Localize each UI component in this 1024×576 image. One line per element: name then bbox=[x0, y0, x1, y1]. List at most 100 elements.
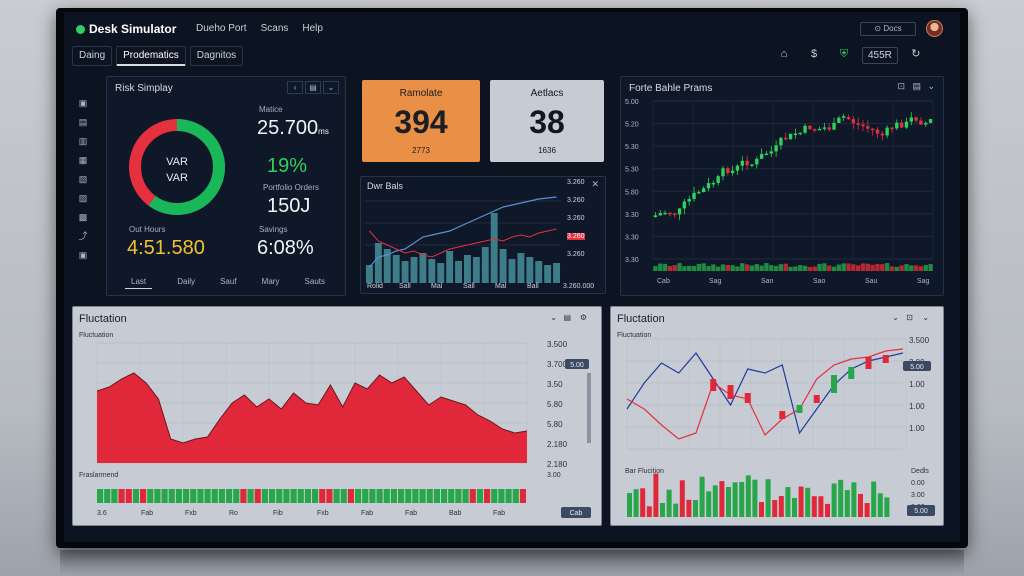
bell-icon[interactable]: ▥ bbox=[78, 136, 88, 146]
combo-bottom-value: 3.260.000 bbox=[563, 283, 595, 290]
heat-strip-cell bbox=[312, 489, 319, 503]
kpi-card-aetlacs[interactable]: Aetlacs 38 1636 bbox=[490, 80, 604, 162]
card-label: Ramolate bbox=[399, 88, 443, 99]
heat-strip-cell bbox=[125, 489, 132, 503]
fluctuation-panel: Fluctation ⌄ ▤ ⚙ Fluctuation 3.500 3.700 3.… bbox=[72, 306, 602, 526]
kpi-card-ramolate[interactable]: Ramolate 394 2773 bbox=[362, 80, 480, 162]
card-value: 394 bbox=[394, 104, 448, 140]
candle-body bbox=[865, 357, 872, 369]
footer-tab-daily[interactable]: Daily bbox=[177, 277, 195, 289]
collapse-icon[interactable]: ⌄ bbox=[892, 313, 899, 322]
home-icon[interactable]: ▣ bbox=[78, 98, 88, 108]
volume-bar bbox=[730, 265, 735, 271]
volume-bar bbox=[744, 264, 750, 271]
heat-strip-cell bbox=[175, 489, 182, 503]
collapse-icon[interactable]: ⌄ bbox=[323, 81, 339, 94]
volume-bar bbox=[798, 265, 803, 271]
bar bbox=[739, 482, 745, 517]
bar bbox=[640, 488, 646, 517]
kpi-value-hours: 4:51.580 bbox=[127, 237, 205, 259]
y-tick-label: 3.700 bbox=[547, 360, 568, 369]
x-tick-label: Fab bbox=[405, 510, 417, 517]
heat-strip-cell bbox=[405, 489, 412, 503]
home-icon[interactable]: ⌂ bbox=[772, 46, 796, 64]
candle-body bbox=[710, 379, 717, 391]
calendar-icon[interactable]: ▣ bbox=[78, 250, 88, 260]
toolbar: ⌂ $ ⛨ 455R ↻ bbox=[772, 46, 928, 64]
strip-value: 3.00 bbox=[547, 472, 561, 479]
save-icon[interactable]: ▤ bbox=[563, 313, 571, 322]
tab-prodematics[interactable]: Prodematics bbox=[116, 46, 186, 66]
heat-strip-cell bbox=[476, 489, 483, 503]
panel-controls: ‹ ▤ ⌄ bbox=[287, 81, 339, 94]
volume-bar bbox=[928, 264, 933, 271]
candle-body bbox=[861, 124, 865, 127]
candle-body bbox=[885, 127, 889, 136]
bottom-button-label: 5.00 bbox=[914, 508, 928, 515]
y-tick-label: 3.30 bbox=[625, 257, 639, 264]
share-icon[interactable]: ⤴ bbox=[78, 231, 88, 241]
candle-body bbox=[735, 165, 740, 171]
candle-body bbox=[727, 385, 734, 399]
combo-bar bbox=[526, 257, 534, 283]
bar bbox=[699, 476, 705, 517]
more-icon[interactable]: ⌄ bbox=[922, 313, 929, 322]
y-tick-label: 5.30 bbox=[625, 167, 639, 174]
lock-icon[interactable]: ⊡ bbox=[906, 313, 913, 322]
bar bbox=[666, 489, 672, 517]
bar bbox=[785, 487, 791, 517]
candle-body bbox=[750, 164, 754, 166]
bar bbox=[633, 489, 639, 517]
heat-strip-cell bbox=[469, 489, 476, 503]
nav-item-help[interactable]: Help bbox=[302, 23, 323, 34]
heat-strip-cell bbox=[519, 489, 526, 503]
footer-tab-sauf[interactable]: Sauf bbox=[220, 277, 236, 289]
y-tick-label: 3.500 bbox=[909, 336, 930, 345]
footer-tab-sauts[interactable]: Sauts bbox=[305, 277, 325, 289]
nav-item-scans[interactable]: Scans bbox=[261, 23, 289, 34]
docs-button[interactable]: ⊙ Docs bbox=[860, 22, 916, 36]
combo-x-label: Mal bbox=[495, 283, 507, 290]
y-tick-label: 3.30 bbox=[625, 234, 639, 241]
volume-bar bbox=[889, 266, 895, 271]
info-icon[interactable]: ▤ bbox=[78, 117, 88, 127]
refresh-icon[interactable]: ↻ bbox=[904, 46, 928, 64]
grid-icon[interactable]: ▧ bbox=[78, 174, 88, 184]
heat-strip-cell bbox=[398, 489, 405, 503]
heat-strip-cell bbox=[340, 489, 347, 503]
save-icon[interactable]: ▤ bbox=[305, 81, 321, 94]
avatar[interactable] bbox=[926, 20, 943, 37]
settings-icon[interactable]: ▦ bbox=[78, 155, 88, 165]
dollar-icon[interactable]: $ bbox=[802, 46, 826, 64]
shield-icon[interactable]: ⛨ bbox=[832, 46, 856, 64]
chevron-icon[interactable]: ‹ bbox=[287, 81, 303, 94]
candle-body bbox=[764, 153, 769, 156]
combo-axis-label: 3.260 bbox=[567, 179, 585, 186]
collapse-icon[interactable]: ⌄ bbox=[550, 313, 557, 322]
candle-body bbox=[726, 168, 730, 174]
volume-bar bbox=[711, 264, 716, 271]
footer-tab-last[interactable]: Last bbox=[125, 277, 153, 289]
collapse-icon[interactable]: ⌄ bbox=[927, 81, 935, 92]
nav-item-portfolio[interactable]: Dueho Port bbox=[196, 23, 247, 34]
volume-bar bbox=[764, 263, 769, 271]
pin-icon[interactable]: ⊡ bbox=[897, 81, 905, 92]
volume-bar bbox=[783, 263, 788, 271]
y-tick-label: 1.00 bbox=[909, 424, 925, 433]
list-icon[interactable]: ▩ bbox=[78, 212, 88, 222]
y-tick-label: 3.30 bbox=[625, 212, 639, 219]
chart-icon[interactable]: ▨ bbox=[78, 193, 88, 203]
tab-dagnitos[interactable]: Dagnitos bbox=[189, 46, 244, 66]
volume-bar bbox=[691, 266, 697, 271]
footer-tab-mary[interactable]: Mary bbox=[262, 277, 280, 289]
settings-icon[interactable]: ⚙ bbox=[580, 313, 587, 322]
candle-body bbox=[759, 153, 764, 159]
heat-strip-cell bbox=[441, 489, 448, 503]
combo-axis-label: 3.260 bbox=[567, 197, 585, 204]
tab-daing[interactable]: Daing bbox=[72, 46, 113, 66]
brand[interactable]: Desk Simulator bbox=[76, 22, 176, 36]
bar bbox=[798, 486, 804, 517]
save-icon[interactable]: ▤ bbox=[912, 81, 921, 92]
y-tick-label: 5.80 bbox=[547, 400, 563, 409]
kpi-value-orders: 150J bbox=[267, 195, 311, 217]
